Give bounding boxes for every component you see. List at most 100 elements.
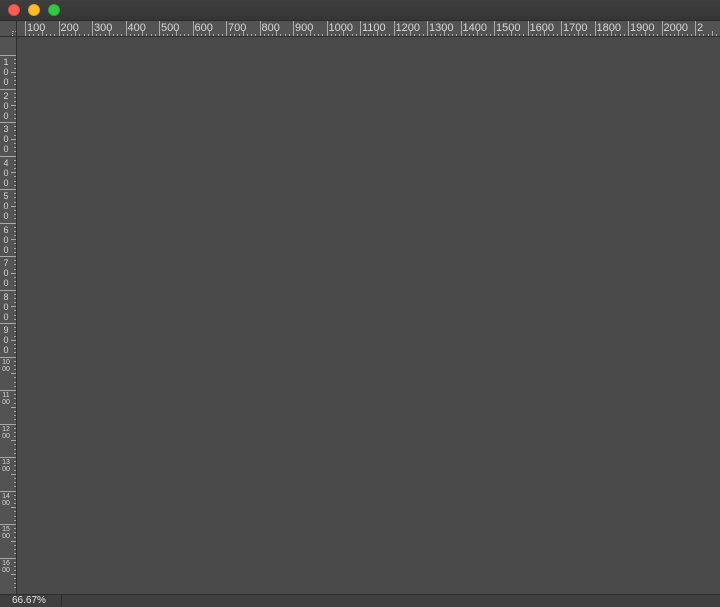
ruler-minor-tick: [690, 34, 692, 36]
ruler-minor-tick: [14, 335, 16, 337]
ruler-minor-tick: [14, 431, 16, 433]
ruler-minor-tick: [14, 209, 16, 211]
ruler-label: 1000: [328, 22, 353, 34]
document-canvas[interactable]: [17, 37, 720, 594]
ruler-minor-tick: [703, 34, 705, 36]
ruler-major-tick: [0, 122, 16, 123]
ruler-label: 500: [3, 191, 9, 221]
ruler-minor-tick: [175, 31, 177, 36]
ruler-minor-tick: [75, 31, 77, 36]
ruler-origin-corner[interactable]: [0, 21, 17, 37]
ruler-minor-tick: [711, 31, 713, 36]
ruler-minor-tick: [14, 402, 16, 404]
ruler-minor-tick: [14, 193, 16, 195]
ruler-minor-tick: [435, 34, 437, 36]
ruler-major-tick: [25, 21, 26, 36]
ruler-major-tick: [0, 222, 16, 224]
ruler-minor-tick: [14, 276, 16, 278]
ruler-minor-tick: [14, 385, 16, 387]
ruler-minor-tick: [11, 306, 16, 308]
ruler-minor-tick: [464, 34, 466, 36]
ruler-minor-tick: [14, 515, 16, 517]
ruler-minor-tick: [37, 34, 39, 36]
ruler-minor-tick: [14, 163, 16, 165]
ruler-minor-tick: [217, 34, 219, 36]
ruler-minor-tick: [510, 31, 512, 36]
ruler-major-tick: [0, 189, 16, 190]
ruler-minor-tick: [14, 494, 16, 496]
ruler-minor-tick: [644, 31, 646, 36]
ruler-minor-tick: [100, 34, 102, 36]
ruler-minor-tick: [569, 34, 571, 36]
ruler-minor-tick: [318, 34, 320, 36]
ruler-minor-tick: [586, 34, 588, 36]
ruler-minor-tick: [477, 31, 479, 36]
ruler-minor-tick: [14, 377, 16, 379]
ruler-label: 1800: [596, 22, 621, 34]
ruler-minor-tick: [422, 34, 424, 36]
ruler-minor-tick: [284, 34, 286, 36]
ruler-minor-tick: [443, 31, 445, 36]
ruler-label: 1600: [529, 22, 554, 34]
title-bar[interactable]: [0, 0, 720, 21]
ruler-minor-tick: [14, 369, 16, 371]
ruler-minor-tick: [14, 444, 16, 446]
ruler-minor-tick: [14, 130, 16, 132]
ruler-major-tick: [92, 21, 93, 36]
ruler-minor-tick: [171, 34, 173, 36]
ruler-minor-tick: [347, 34, 349, 36]
ruler-minor-tick: [14, 302, 16, 304]
zoom-icon[interactable]: [48, 4, 60, 16]
ruler-minor-tick: [14, 197, 16, 199]
ruler-minor-tick: [11, 373, 16, 375]
ruler-minor-tick: [14, 109, 16, 111]
ruler-minor-tick: [14, 586, 16, 588]
zoom-level[interactable]: 66.67%: [0, 595, 62, 607]
ruler-minor-tick: [14, 469, 16, 471]
ruler-major-tick: [527, 21, 529, 36]
minimize-icon[interactable]: [28, 4, 40, 16]
ruler-minor-tick: [636, 34, 638, 36]
ruler-minor-tick: [11, 339, 16, 341]
ruler-minor-tick: [14, 448, 16, 450]
ruler-minor-tick: [129, 34, 131, 36]
ruler-major-tick: [427, 21, 428, 36]
ruler-minor-tick: [246, 34, 248, 36]
ruler-minor-tick: [14, 511, 16, 513]
ruler-minor-tick: [14, 327, 16, 329]
ruler-minor-tick: [548, 34, 550, 36]
vertical-ruler[interactable]: 100 200 300 400 500 600 700 800 900 1000 1100 1200 1…: [0, 37, 17, 594]
ruler-minor-tick: [14, 142, 16, 144]
ruler-major-tick: [393, 21, 395, 36]
ruler-minor-tick: [14, 134, 16, 136]
ruler-minor-tick: [14, 268, 16, 270]
ruler-major-tick: [0, 55, 16, 56]
ruler-minor-tick: [385, 34, 387, 36]
ruler-minor-tick: [552, 34, 554, 36]
ruler-minor-tick: [410, 31, 412, 36]
ruler-minor-tick: [33, 34, 35, 36]
ruler-minor-tick: [11, 540, 16, 542]
ruler-minor-tick: [577, 31, 579, 36]
ruler-major-tick: [125, 21, 127, 36]
ruler-minor-tick: [540, 34, 542, 36]
ruler-label: 100: [3, 57, 9, 87]
ruler-minor-tick: [11, 272, 16, 274]
horizontal-ruler[interactable]: 100 200 300 400 500 600 700 800 900 1000 1100 1200 1…: [17, 21, 720, 37]
ruler-minor-tick: [14, 176, 16, 178]
ruler-major-tick: [494, 21, 495, 36]
ruler-minor-tick: [14, 452, 16, 454]
ruler-minor-tick: [14, 465, 16, 467]
ruler-minor-tick: [14, 381, 16, 383]
ruler-minor-tick: [431, 34, 433, 36]
ruler-major-tick: [628, 21, 629, 36]
ruler-minor-tick: [121, 34, 123, 36]
ruler-major-tick: [226, 21, 227, 36]
ruler-major-tick: [0, 256, 16, 257]
ruler-minor-tick: [242, 31, 244, 36]
ruler-minor-tick: [14, 544, 16, 546]
ruler-minor-tick: [301, 34, 303, 36]
close-icon[interactable]: [8, 4, 20, 16]
ruler-minor-tick: [14, 360, 16, 362]
editor-window: 100 200 300 400 500 600 700 800 900 1000 1100 1200 1…: [0, 0, 720, 607]
